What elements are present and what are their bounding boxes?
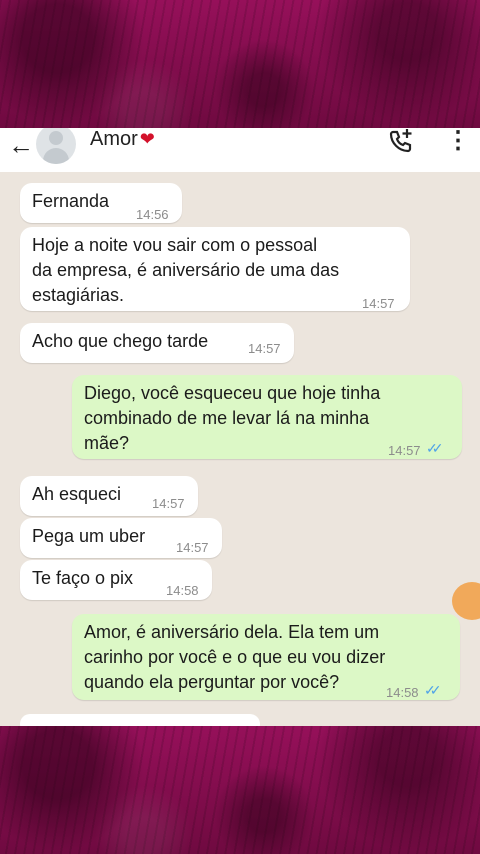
message-bubble-outgoing[interactable]: Diego, você esqueceu que hoje tinha comb… xyxy=(72,375,462,459)
heart-icon: ❤ xyxy=(139,129,155,149)
message-text: Te faço o pix xyxy=(32,568,134,588)
scroll-to-bottom-button[interactable] xyxy=(452,582,480,620)
message-time: 14:57 xyxy=(362,296,395,311)
message-text: Pega um uber xyxy=(32,526,146,546)
message-bubble-incoming[interactable]: Hoje a noite vou sair com o pessoal da e… xyxy=(20,227,410,311)
message-text: Acho que chego tarde xyxy=(32,331,209,351)
message-time: 14:57 xyxy=(248,341,281,356)
message-time: 14:57 xyxy=(152,496,185,511)
decorative-band-top xyxy=(0,0,480,128)
message-text: Ah esqueci xyxy=(32,484,122,504)
read-receipt-icon: ✓✓ xyxy=(424,682,442,698)
message-time: 14:57 xyxy=(176,540,209,555)
contact-name-text: Amor xyxy=(90,128,138,150)
message-bubble-incoming[interactable]: Ah esqueci 14:57 xyxy=(20,476,198,516)
message-time: 14:58 xyxy=(386,685,419,700)
read-receipt-icon: ✓✓ xyxy=(426,440,444,456)
message-bubble-incoming[interactable]: Fernanda 14:56 xyxy=(20,183,182,223)
message-text: Diego, você esqueceu que hoje tinha comb… xyxy=(84,383,381,453)
decorative-band-bottom xyxy=(0,726,480,854)
message-bubble-outgoing[interactable]: Amor, é aniversário dela. Ela tem um car… xyxy=(72,614,460,700)
avatar[interactable] xyxy=(36,128,76,164)
message-text: Hoje a noite vou sair com o pessoal da e… xyxy=(32,235,340,305)
message-time: 14:57 xyxy=(388,443,421,458)
chat-header: ← Amor ❤ ⋮ xyxy=(0,128,480,172)
message-bubble-partial xyxy=(20,714,260,726)
more-vert-icon[interactable]: ⋮ xyxy=(446,128,470,155)
message-text: Fernanda xyxy=(32,191,110,211)
message-bubble-incoming[interactable]: Te faço o pix 14:58 xyxy=(20,560,212,600)
message-bubble-incoming[interactable]: Pega um uber 14:57 xyxy=(20,518,222,558)
chat-screen: ← Amor ❤ ⋮ Fernanda 14:56 Hoje a noite vo… xyxy=(0,128,480,726)
message-text: Amor, é aniversário dela. Ela tem um car… xyxy=(84,622,386,692)
message-bubble-incoming[interactable]: Acho que chego tarde 14:57 xyxy=(20,323,294,363)
add-call-icon[interactable] xyxy=(388,128,414,154)
contact-name[interactable]: Amor ❤ xyxy=(90,128,155,151)
arrow-left-icon[interactable]: ← xyxy=(8,130,34,161)
message-time: 14:56 xyxy=(136,207,169,222)
message-time: 14:58 xyxy=(166,583,199,598)
